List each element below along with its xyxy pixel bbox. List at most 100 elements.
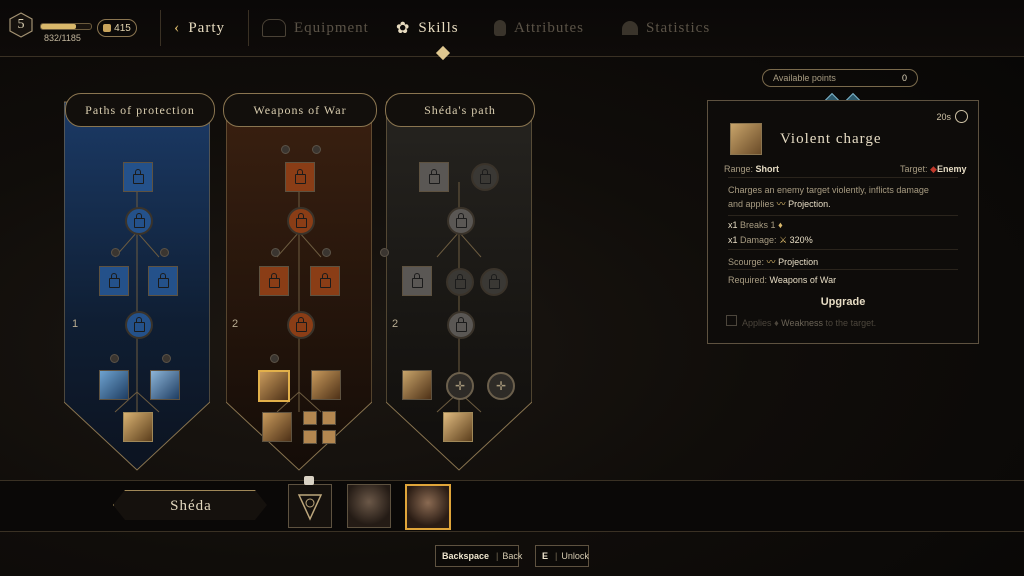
- enemy-icon: ◆: [930, 164, 937, 174]
- prerequisite-dot: [322, 248, 331, 257]
- scourge-info: Scourge: 〰 Projection: [728, 257, 819, 267]
- top-bar: 5 832/1185 415 ‹ Party Equipment ✿ Skill…: [0, 0, 1024, 61]
- skill-node-locked[interactable]: [287, 207, 315, 235]
- lock-icon: [726, 315, 737, 326]
- skill-title: Violent charge: [780, 131, 882, 147]
- skill-subnode[interactable]: [303, 430, 317, 444]
- prerequisite-dot: [281, 145, 290, 154]
- spiral-emblem-icon: [297, 494, 323, 521]
- lock-icon: [294, 169, 306, 184]
- lock-icon: [295, 213, 307, 228]
- range-info: Range: Short: [724, 164, 780, 174]
- gold-counter: 415: [97, 19, 137, 37]
- timer-icon: [955, 110, 968, 123]
- coins-icon: [103, 24, 112, 32]
- cross-icon: ✛: [454, 379, 466, 393]
- xp-text: 832/1185: [44, 33, 81, 43]
- skill-node-axe[interactable]: [443, 412, 473, 442]
- skill-node-locked[interactable]: [259, 266, 289, 296]
- upgrade-heading: Upgrade: [820, 296, 866, 308]
- head-icon: [494, 20, 506, 36]
- upgrade-description: Applies ♦ Weakness to the target.: [726, 315, 876, 328]
- skill-node-eye[interactable]: [150, 370, 180, 400]
- skill-node-locked[interactable]: [123, 162, 153, 192]
- skill-node-locked[interactable]: [285, 162, 315, 192]
- helmet-icon: [262, 19, 286, 37]
- skill-detail-panel: 20s Violent charge Range: Short Target: …: [707, 100, 979, 344]
- skill-node-locked[interactable]: [287, 311, 315, 339]
- lock-icon: [455, 317, 467, 332]
- skill-node-locked[interactable]: [480, 268, 508, 296]
- level-badge: 5: [8, 12, 34, 38]
- portrait-companion[interactable]: [347, 484, 391, 528]
- skill-node-violent-charge-selected[interactable]: [258, 370, 290, 402]
- portrait-sheda-selected[interactable]: [405, 484, 451, 530]
- skill-node-locked[interactable]: [471, 163, 499, 191]
- skill-node-locked[interactable]: [125, 311, 153, 339]
- projection-icon: 〰: [766, 257, 776, 267]
- skill-node-locked[interactable]: [99, 266, 129, 296]
- tab-attributes[interactable]: Attributes: [494, 14, 584, 42]
- prerequisite-dot: [270, 354, 279, 363]
- prerequisite-dot: [160, 248, 169, 257]
- lock-icon: [488, 274, 500, 289]
- skill-node-slash[interactable]: [311, 370, 341, 400]
- skill-node-stance[interactable]: [402, 370, 432, 400]
- lock-icon: [268, 273, 280, 288]
- unlock-button[interactable]: E | Unlock: [535, 545, 589, 567]
- skill-node-cross[interactable]: ✛: [446, 372, 474, 400]
- lock-icon: [454, 274, 466, 289]
- skill-node-cross[interactable]: ✛: [487, 372, 515, 400]
- skill-node-locked[interactable]: [310, 266, 340, 296]
- nav-separator: [160, 10, 161, 46]
- divider: [728, 249, 958, 250]
- skill-node-ice[interactable]: [99, 370, 129, 400]
- tab-skills[interactable]: ✿ Skills: [396, 14, 459, 42]
- prerequisite-dot: [271, 248, 280, 257]
- lock-icon: [411, 273, 423, 288]
- back-button[interactable]: Backspace | Back: [435, 545, 522, 567]
- skill-node-locked[interactable]: [402, 266, 432, 296]
- skill-description: Charges an enemy target violently, infli…: [728, 185, 929, 209]
- row-number: 2: [232, 318, 239, 330]
- skill-node-locked[interactable]: [419, 162, 449, 192]
- skill-subnode[interactable]: [322, 411, 336, 425]
- lock-icon: [295, 317, 307, 332]
- skill-node-weapons[interactable]: [262, 412, 292, 442]
- stat-breaks: x1 Breaks 1 ♦: [728, 220, 783, 230]
- tree-title-weapons: Weapons of War: [223, 93, 377, 127]
- cooldown: 20s: [936, 110, 968, 123]
- paw-icon: ✿: [396, 20, 411, 37]
- skill-subnode[interactable]: [303, 411, 317, 425]
- tab-statistics[interactable]: Statistics: [622, 14, 710, 42]
- skill-subnode[interactable]: [322, 430, 336, 444]
- row-number: 1: [72, 318, 79, 330]
- skill-node-locked[interactable]: [446, 268, 474, 296]
- tab-equipment[interactable]: Equipment: [262, 14, 369, 42]
- lock-icon: [133, 213, 145, 228]
- tree-title-shedas-path: Shéda's path: [385, 93, 535, 127]
- skill-node-locked[interactable]: [447, 311, 475, 339]
- xp-bar-fill: [41, 24, 76, 29]
- chevron-left-icon: ‹: [174, 19, 181, 36]
- skill-node-locked[interactable]: [125, 207, 153, 235]
- skill-node-shield-hands[interactable]: [123, 412, 153, 442]
- portrait-locked[interactable]: [288, 484, 332, 528]
- skill-node-locked[interactable]: [148, 266, 178, 296]
- tree-title-protection: Paths of protection: [65, 93, 215, 127]
- required-info: Required: Weapons of War: [728, 275, 837, 285]
- row-number: 2: [392, 318, 399, 330]
- prerequisite-dot: [162, 354, 171, 363]
- prerequisite-dot: [380, 248, 389, 257]
- nav-separator: [248, 10, 249, 46]
- cross-icon: ✛: [495, 379, 507, 393]
- skill-node-locked[interactable]: [447, 207, 475, 235]
- break-icon: ♦: [778, 220, 783, 230]
- xp-bar: [40, 23, 92, 30]
- tab-party[interactable]: ‹ Party: [174, 14, 225, 42]
- lock-icon: [428, 169, 440, 184]
- lock-icon: [108, 273, 120, 288]
- lock-icon: [132, 169, 144, 184]
- lock-icon: [319, 273, 331, 288]
- divider: [728, 215, 958, 216]
